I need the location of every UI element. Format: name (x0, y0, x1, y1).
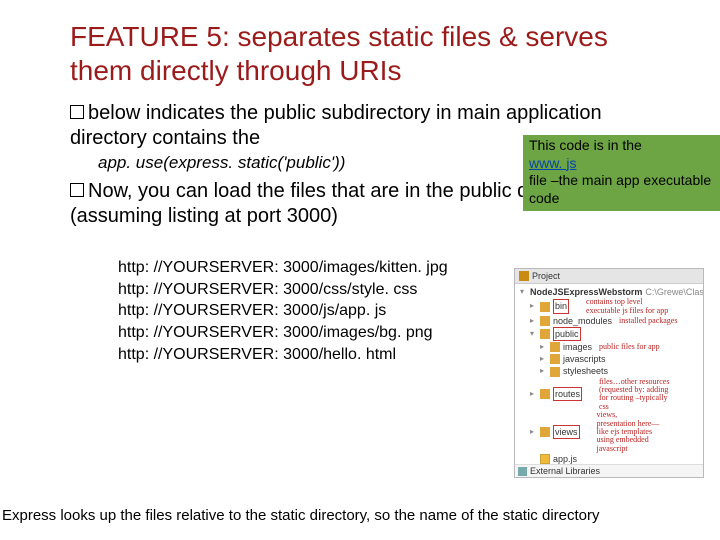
folder-icon (550, 354, 560, 364)
folder-icon (540, 302, 550, 312)
tree-item-public[interactable]: ▾ public (518, 327, 703, 341)
chevron-right-icon: ▸ (530, 316, 537, 327)
chevron-down-icon: ▾ (520, 287, 524, 298)
tree-label: routes (553, 387, 582, 401)
chevron-right-icon: ▸ (540, 354, 547, 365)
project-icon (519, 271, 529, 281)
tree-annotation: public files for app (599, 342, 660, 353)
folder-icon (550, 367, 560, 377)
folder-icon (540, 427, 550, 437)
tree-label: node_modules (553, 315, 612, 327)
tree-label: views (553, 425, 580, 439)
tree-item-routes[interactable]: ▸ routes files…other resources (requeste… (518, 378, 703, 412)
tree-body: ▾ NodeJSExpressWebstorm C:\Grewe\Classes… (515, 284, 703, 478)
footer-text: Express looks up the files relative to t… (0, 507, 720, 524)
tree-header: Project (515, 269, 703, 284)
tree-footer-label: External Libraries (530, 466, 600, 476)
tree-label: images (563, 341, 592, 353)
tree-label: javascripts (563, 353, 606, 365)
tree-annotation: contains top levelexecutable js files fo… (586, 298, 668, 315)
chevron-right-icon: ▸ (530, 301, 537, 312)
folder-icon (540, 329, 550, 339)
callout-line-1: This code is in the (529, 137, 720, 155)
tree-annotation: installed packages (619, 316, 677, 327)
callout-link[interactable]: www. js (529, 155, 576, 171)
tree-label: bin (553, 299, 569, 313)
para2-text: Now, you can load the files that are in … (70, 180, 599, 227)
js-file-icon (540, 454, 550, 464)
callout-line-3: file –the main app executable code (529, 172, 720, 207)
tree-item-javascripts[interactable]: ▸ javascripts (518, 353, 703, 365)
callout-note: This code is in the www. js file –the ma… (523, 135, 720, 211)
folder-icon (550, 342, 560, 352)
tree-item-bin[interactable]: ▸ bin contains top levelexecutable js fi… (518, 298, 703, 315)
library-icon (518, 467, 527, 476)
tree-label: public (553, 327, 581, 341)
para1-text: below indicates the public subdirectory … (70, 102, 602, 149)
bullet-box-icon (70, 105, 84, 119)
tree-item-views[interactable]: ▸ views views, presentation here— like e… (518, 411, 703, 453)
bullet-box-icon (70, 183, 84, 197)
folder-icon (540, 389, 550, 399)
tree-root-path: C:\Grewe\Classes (645, 286, 704, 298)
tree-annotation: files…other resources (requested by: add… (599, 378, 669, 412)
tree-footer: External Libraries (515, 464, 703, 477)
chevron-right-icon: ▸ (540, 342, 547, 353)
slide-title: FEATURE 5: separates static files & serv… (70, 20, 650, 87)
tree-annotation: views, presentation here— like ejs templ… (597, 411, 660, 453)
project-tree-panel: Project ▾ NodeJSExpressWebstorm C:\Grewe… (514, 268, 704, 478)
folder-icon (540, 316, 550, 326)
chevron-down-icon: ▾ (530, 329, 537, 340)
chevron-right-icon: ▸ (530, 427, 537, 438)
chevron-right-icon: ▸ (530, 389, 537, 400)
chevron-right-icon: ▸ (540, 366, 547, 377)
tree-header-label: Project (532, 271, 560, 281)
tree-item-images[interactable]: ▸ images public files for app (518, 341, 703, 353)
tree-item-node-modules[interactable]: ▸ node_modules installed packages (518, 315, 703, 327)
